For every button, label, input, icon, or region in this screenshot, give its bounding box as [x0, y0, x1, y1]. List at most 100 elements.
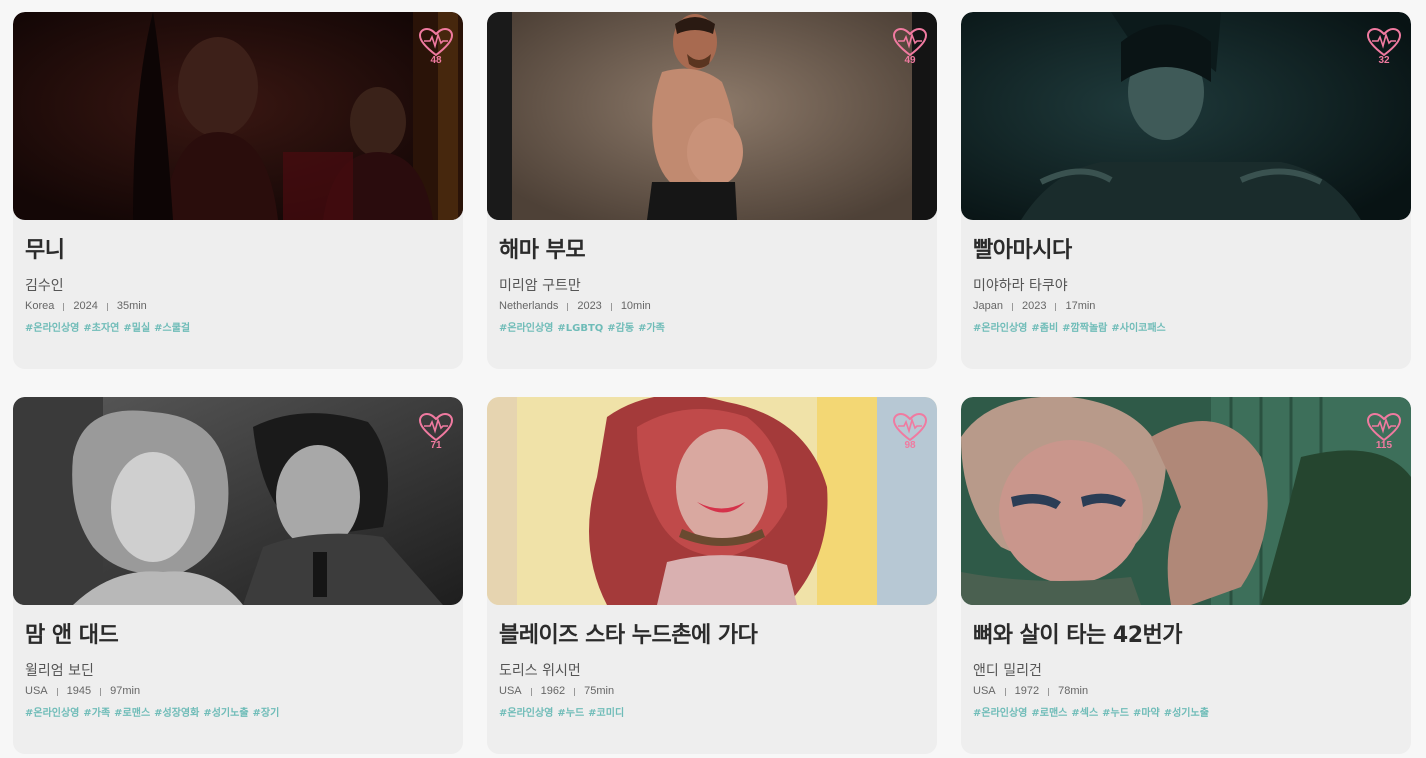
tag[interactable]: #온라인상영: [499, 323, 553, 334]
film-poster[interactable]: 48: [13, 12, 463, 220]
film-title[interactable]: 빨아마시다: [973, 236, 1399, 266]
film-title[interactable]: 맘 앤 대드: [25, 621, 451, 651]
tag[interactable]: #가족: [83, 708, 110, 719]
film-card[interactable]: 98 블레이즈 스타 누드촌에 가다 도리스 위시먼 USA 1962 75mi…: [487, 397, 937, 754]
tag[interactable]: #가족: [638, 323, 665, 334]
film-year: 1962: [540, 685, 566, 697]
tag[interactable]: #누드: [557, 708, 584, 719]
tag[interactable]: #장기: [253, 708, 280, 719]
tag[interactable]: #온라인상영: [25, 708, 79, 719]
tag[interactable]: #LGBTQ: [557, 323, 603, 334]
tag[interactable]: #온라인상영: [973, 708, 1027, 719]
like-count: 115: [1375, 440, 1393, 451]
film-card[interactable]: 48 무니 김수인 Korea 2024 35min #온라인상영 #초자연 #밀실…: [13, 12, 463, 369]
film-country: Japan: [973, 300, 1003, 312]
film-poster[interactable]: 32: [961, 12, 1411, 220]
tag[interactable]: #사이코패스: [1111, 323, 1165, 334]
like-badge[interactable]: 71: [418, 412, 454, 456]
film-director: 도리스 위시먼: [499, 663, 581, 679]
film-card[interactable]: 32 빨아마시다 미야하라 타쿠야 Japan 2023 17min #온라인상…: [961, 12, 1411, 369]
film-poster[interactable]: 49: [487, 12, 937, 220]
tag[interactable]: #로맨스: [1031, 708, 1067, 719]
like-badge[interactable]: 48: [418, 27, 454, 71]
film-poster[interactable]: 71: [13, 397, 463, 605]
tag[interactable]: #좀비: [1031, 323, 1058, 334]
tag[interactable]: #섹스: [1071, 708, 1098, 719]
heart-pulse-icon: [892, 412, 928, 442]
tag-list: #온라인상영 #누드 #코미디: [499, 707, 925, 720]
film-country: Netherlands: [499, 300, 559, 312]
film-card[interactable]: 71 맘 앤 대드 윌리엄 보딘 USA 1945 97min #온라인상영 #가…: [13, 397, 463, 754]
film-country: Korea: [25, 300, 55, 312]
film-director: 앤디 밀리건: [973, 663, 1042, 679]
heart-pulse-icon: [418, 412, 454, 442]
tag[interactable]: #성기노출: [1164, 708, 1209, 719]
tag[interactable]: #감동: [607, 323, 634, 334]
tag[interactable]: #성기노출: [203, 708, 248, 719]
tag[interactable]: #온라인상영: [499, 708, 553, 719]
like-badge[interactable]: 98: [892, 412, 928, 456]
film-poster[interactable]: 115: [961, 397, 1411, 605]
film-year: 2023: [577, 300, 602, 312]
tag[interactable]: #로맨스: [114, 708, 150, 719]
film-meta: USA 1945 97min: [25, 685, 451, 698]
film-title[interactable]: 해마 부모: [499, 236, 925, 266]
poster-image: [961, 12, 1411, 220]
tag-list: #온라인상영 #초자연 #밀실 #스쿨걸: [25, 322, 451, 335]
film-meta: USA 1962 75min: [499, 685, 925, 698]
meta-divider: [1011, 302, 1013, 311]
film-title[interactable]: 무니: [25, 236, 451, 266]
meta-divider: [106, 302, 108, 311]
tag[interactable]: #초자연: [83, 323, 119, 334]
meta-divider: [1004, 687, 1006, 696]
like-count: 48: [430, 55, 442, 66]
poster-image: [13, 12, 463, 220]
tag-list: #온라인상영 #로맨스 #섹스 #누드 #마약 #성기노출: [973, 707, 1399, 720]
film-title[interactable]: 블레이즈 스타 누드촌에 가다: [499, 621, 925, 651]
film-card[interactable]: 115 뼈와 살이 타는 42번가 앤디 밀리건 USA 1972 78min …: [961, 397, 1411, 754]
film-runtime: 97min: [110, 685, 141, 697]
film-director: 윌리엄 보딘: [25, 663, 94, 679]
heart-pulse-icon: [418, 27, 454, 57]
film-poster[interactable]: 98: [487, 397, 937, 605]
meta-divider: [1055, 302, 1057, 311]
tag[interactable]: #성장영화: [154, 708, 199, 719]
film-year: 2024: [73, 300, 98, 312]
like-badge[interactable]: 49: [892, 27, 928, 71]
meta-divider: [574, 687, 576, 696]
film-year: 2023: [1021, 300, 1047, 312]
tag[interactable]: #온라인상영: [973, 323, 1027, 334]
like-badge[interactable]: 32: [1366, 27, 1402, 71]
meta-divider: [610, 302, 612, 311]
meta-divider: [56, 687, 58, 696]
like-count: 32: [1378, 55, 1390, 66]
meta-divider: [530, 687, 532, 696]
poster-image: [13, 397, 463, 605]
tag[interactable]: #스쿨걸: [154, 323, 190, 334]
heart-pulse-icon: [1366, 412, 1402, 442]
poster-image: [487, 397, 937, 605]
film-title[interactable]: 뼈와 살이 타는 42번가: [973, 621, 1399, 651]
tag-list: #온라인상영 #가족 #로맨스 #성장영화 #성기노출 #장기: [25, 707, 451, 720]
tag[interactable]: #깜짝놀람: [1062, 323, 1107, 334]
like-count: 71: [430, 440, 442, 451]
film-director: 미리암 구트만: [499, 278, 581, 294]
film-year: 1972: [1014, 685, 1040, 697]
film-grid: 48 무니 김수인 Korea 2024 35min #온라인상영 #초자연 #밀실…: [0, 0, 1426, 758]
film-meta: Japan 2023 17min: [973, 300, 1399, 313]
meta-divider: [1048, 687, 1050, 696]
tag-list: #온라인상영 #LGBTQ #감동 #가족: [499, 322, 925, 335]
film-country: USA: [973, 685, 996, 697]
poster-image: [961, 397, 1411, 605]
film-card[interactable]: 49 해마 부모 미리암 구트만 Netherlands 2023 10min …: [487, 12, 937, 369]
tag[interactable]: #마약: [1133, 708, 1160, 719]
tag[interactable]: #온라인상영: [25, 323, 79, 334]
meta-divider: [100, 687, 102, 696]
like-badge[interactable]: 115: [1366, 412, 1402, 456]
film-meta: Korea 2024 35min: [25, 300, 451, 313]
tag[interactable]: #밀실: [123, 323, 150, 334]
tag[interactable]: #코미디: [588, 708, 624, 719]
film-country: USA: [499, 685, 522, 697]
tag[interactable]: #누드: [1102, 708, 1129, 719]
film-runtime: 75min: [584, 685, 615, 697]
